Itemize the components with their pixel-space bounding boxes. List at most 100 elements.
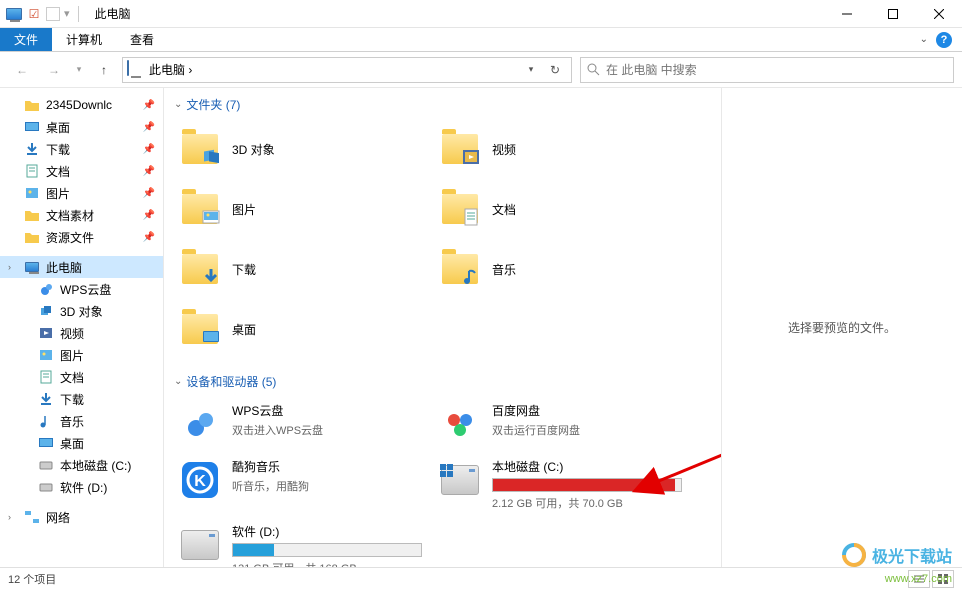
ribbon: 文件 计算机 查看 ⌄ ? bbox=[0, 28, 962, 52]
ribbon-tab-file[interactable]: 文件 bbox=[0, 28, 52, 51]
sidebar-item-label: 本地磁盘 (C:) bbox=[60, 457, 131, 474]
videos-icon bbox=[38, 325, 54, 341]
drive-name: 百度网盘 bbox=[492, 402, 680, 419]
drive-item[interactable]: 软件 (D:)131 GB 可用，共 168 GB bbox=[174, 519, 424, 567]
drive-subtitle: 听音乐，用酷狗 bbox=[232, 478, 420, 494]
sidebar-item-3d[interactable]: 3D 对象 bbox=[0, 300, 163, 322]
network-icon bbox=[24, 509, 40, 525]
sidebar-item-label: 下载 bbox=[60, 391, 84, 408]
sidebar: 2345Downlc📌桌面📌下载📌文档📌图片📌文档素材📌资源文件📌›此电脑WPS… bbox=[0, 88, 164, 567]
kugou-icon: K bbox=[178, 458, 222, 502]
documents-icon bbox=[38, 369, 54, 385]
sidebar-item-label: 文档素材 bbox=[46, 207, 94, 224]
drive-item[interactable]: 本地磁盘 (C:)2.12 GB 可用，共 70.0 GB bbox=[434, 454, 684, 515]
folder-icon bbox=[24, 229, 40, 245]
pin-icon: 📌 bbox=[143, 122, 155, 133]
address-dropdown-icon[interactable]: ▾ bbox=[519, 58, 543, 82]
pin-icon: 📌 bbox=[143, 210, 155, 221]
sidebar-item-folder[interactable]: 文档素材 📌 bbox=[0, 204, 163, 226]
qat-checkbox-icon[interactable]: ☑ bbox=[26, 6, 42, 22]
search-input[interactable] bbox=[606, 63, 947, 77]
sidebar-item-videos[interactable]: 视频 bbox=[0, 322, 163, 344]
drive-subtitle: 2.12 GB 可用，共 70.0 GB bbox=[492, 495, 682, 511]
sidebar-item-label: WPS云盘 bbox=[60, 281, 111, 298]
nav-forward-button[interactable]: → bbox=[40, 56, 68, 84]
address-refresh-button[interactable]: ↻ bbox=[543, 58, 567, 82]
sidebar-item-label: 网络 bbox=[46, 509, 70, 526]
minimize-button[interactable] bbox=[824, 0, 870, 28]
folder-item[interactable]: 图片 bbox=[174, 181, 424, 237]
drive-item[interactable]: 百度网盘双击运行百度网盘 bbox=[434, 398, 684, 450]
drive-item[interactable]: K酷狗音乐听音乐，用酷狗 bbox=[174, 454, 424, 515]
folder-item[interactable]: 音乐 bbox=[434, 241, 684, 297]
nav-recent-dropdown[interactable]: ▾ bbox=[72, 56, 86, 84]
sidebar-item-pc[interactable]: ›此电脑 bbox=[0, 256, 163, 278]
sidebar-item-pictures[interactable]: 图片 bbox=[0, 344, 163, 366]
folder-icon bbox=[24, 207, 40, 223]
preview-empty-text: 选择要预览的文件。 bbox=[788, 319, 896, 336]
group-header-folders[interactable]: ⌄ 文件夹 (7) bbox=[174, 96, 711, 113]
pictures-icon bbox=[178, 187, 222, 231]
sidebar-item-desktop[interactable]: 桌面 bbox=[0, 432, 163, 454]
sidebar-item-wps[interactable]: WPS云盘 bbox=[0, 278, 163, 300]
folder-name: 图片 bbox=[232, 201, 256, 218]
sidebar-item-disk[interactable]: 本地磁盘 (C:) bbox=[0, 454, 163, 476]
sidebar-item-documents[interactable]: 文档 bbox=[0, 366, 163, 388]
sidebar-item-disk[interactable]: 软件 (D:) bbox=[0, 476, 163, 498]
drive-name: 软件 (D:) bbox=[232, 523, 422, 540]
folder-item[interactable]: 桌面 bbox=[174, 301, 424, 357]
folder-item[interactable]: 视频 bbox=[434, 121, 684, 177]
qat-dropdown-icon[interactable] bbox=[46, 7, 60, 21]
pin-icon: 📌 bbox=[143, 144, 155, 155]
drive-item[interactable]: WPS云盘双击进入WPS云盘 bbox=[174, 398, 424, 450]
content-area: ⌄ 文件夹 (7) 3D 对象 视频图片 文档下载音乐桌面 ⌄ 设备和驱动器 (5)… bbox=[164, 88, 722, 567]
music-icon bbox=[438, 247, 482, 291]
chevron-right-icon[interactable]: › bbox=[8, 262, 11, 272]
sidebar-item-label: 软件 (D:) bbox=[60, 479, 107, 496]
nav-up-button[interactable]: ↑ bbox=[90, 56, 118, 84]
downloads-icon bbox=[38, 391, 54, 407]
group-folders-label: 文件夹 (7) bbox=[186, 96, 240, 113]
desktop-icon bbox=[24, 119, 40, 135]
sidebar-item-music[interactable]: 音乐 bbox=[0, 410, 163, 432]
search-icon bbox=[587, 63, 600, 76]
watermark-brand: 极光下载站 bbox=[872, 543, 952, 567]
svg-text:K: K bbox=[194, 473, 206, 490]
chevron-down-icon: ⌄ bbox=[174, 376, 182, 387]
sidebar-item-label: 文档 bbox=[46, 163, 70, 180]
folder-name: 文档 bbox=[492, 201, 516, 218]
baidu-icon bbox=[438, 402, 482, 446]
chevron-right-icon[interactable]: › bbox=[8, 512, 11, 522]
maximize-button[interactable] bbox=[870, 0, 916, 28]
close-button[interactable] bbox=[916, 0, 962, 28]
ribbon-expand-icon[interactable]: ⌄ bbox=[920, 34, 928, 45]
sidebar-item-label: 3D 对象 bbox=[60, 303, 103, 320]
sidebar-item-pictures[interactable]: 图片📌 bbox=[0, 182, 163, 204]
group-header-devices[interactable]: ⌄ 设备和驱动器 (5) bbox=[174, 373, 711, 390]
nav-back-button[interactable]: ← bbox=[8, 56, 36, 84]
folder-item[interactable]: 3D 对象 bbox=[174, 121, 424, 177]
sidebar-item-downloads[interactable]: 下载 bbox=[0, 388, 163, 410]
address-bar[interactable]: 此电脑 › ▾ ↻ bbox=[122, 57, 572, 83]
address-path[interactable]: 此电脑 › bbox=[149, 61, 519, 78]
help-icon[interactable]: ? bbox=[936, 32, 952, 48]
downloads-icon bbox=[24, 141, 40, 157]
titlebar: ☑ ▾ 此电脑 bbox=[0, 0, 962, 28]
wps-icon bbox=[38, 281, 54, 297]
sidebar-item-folder[interactable]: 2345Downlc📌 bbox=[0, 94, 163, 116]
disk-icon bbox=[178, 523, 222, 567]
wps-icon bbox=[178, 402, 222, 446]
ribbon-tab-view[interactable]: 查看 bbox=[116, 28, 168, 51]
sidebar-item-desktop[interactable]: 桌面📌 bbox=[0, 116, 163, 138]
folder-item[interactable]: 下载 bbox=[174, 241, 424, 297]
sidebar-item-folder[interactable]: 资源文件📌 bbox=[0, 226, 163, 248]
preview-pane: 选择要预览的文件。 bbox=[722, 88, 962, 567]
status-bar: 12 个项目 bbox=[0, 567, 962, 589]
folder-name: 3D 对象 bbox=[232, 141, 275, 158]
search-box[interactable] bbox=[580, 57, 954, 83]
sidebar-item-documents[interactable]: 文档📌 bbox=[0, 160, 163, 182]
sidebar-item-network[interactable]: › 网络 bbox=[0, 506, 163, 528]
folder-item[interactable]: 文档 bbox=[434, 181, 684, 237]
ribbon-tab-computer[interactable]: 计算机 bbox=[52, 28, 116, 51]
sidebar-item-downloads[interactable]: 下载📌 bbox=[0, 138, 163, 160]
